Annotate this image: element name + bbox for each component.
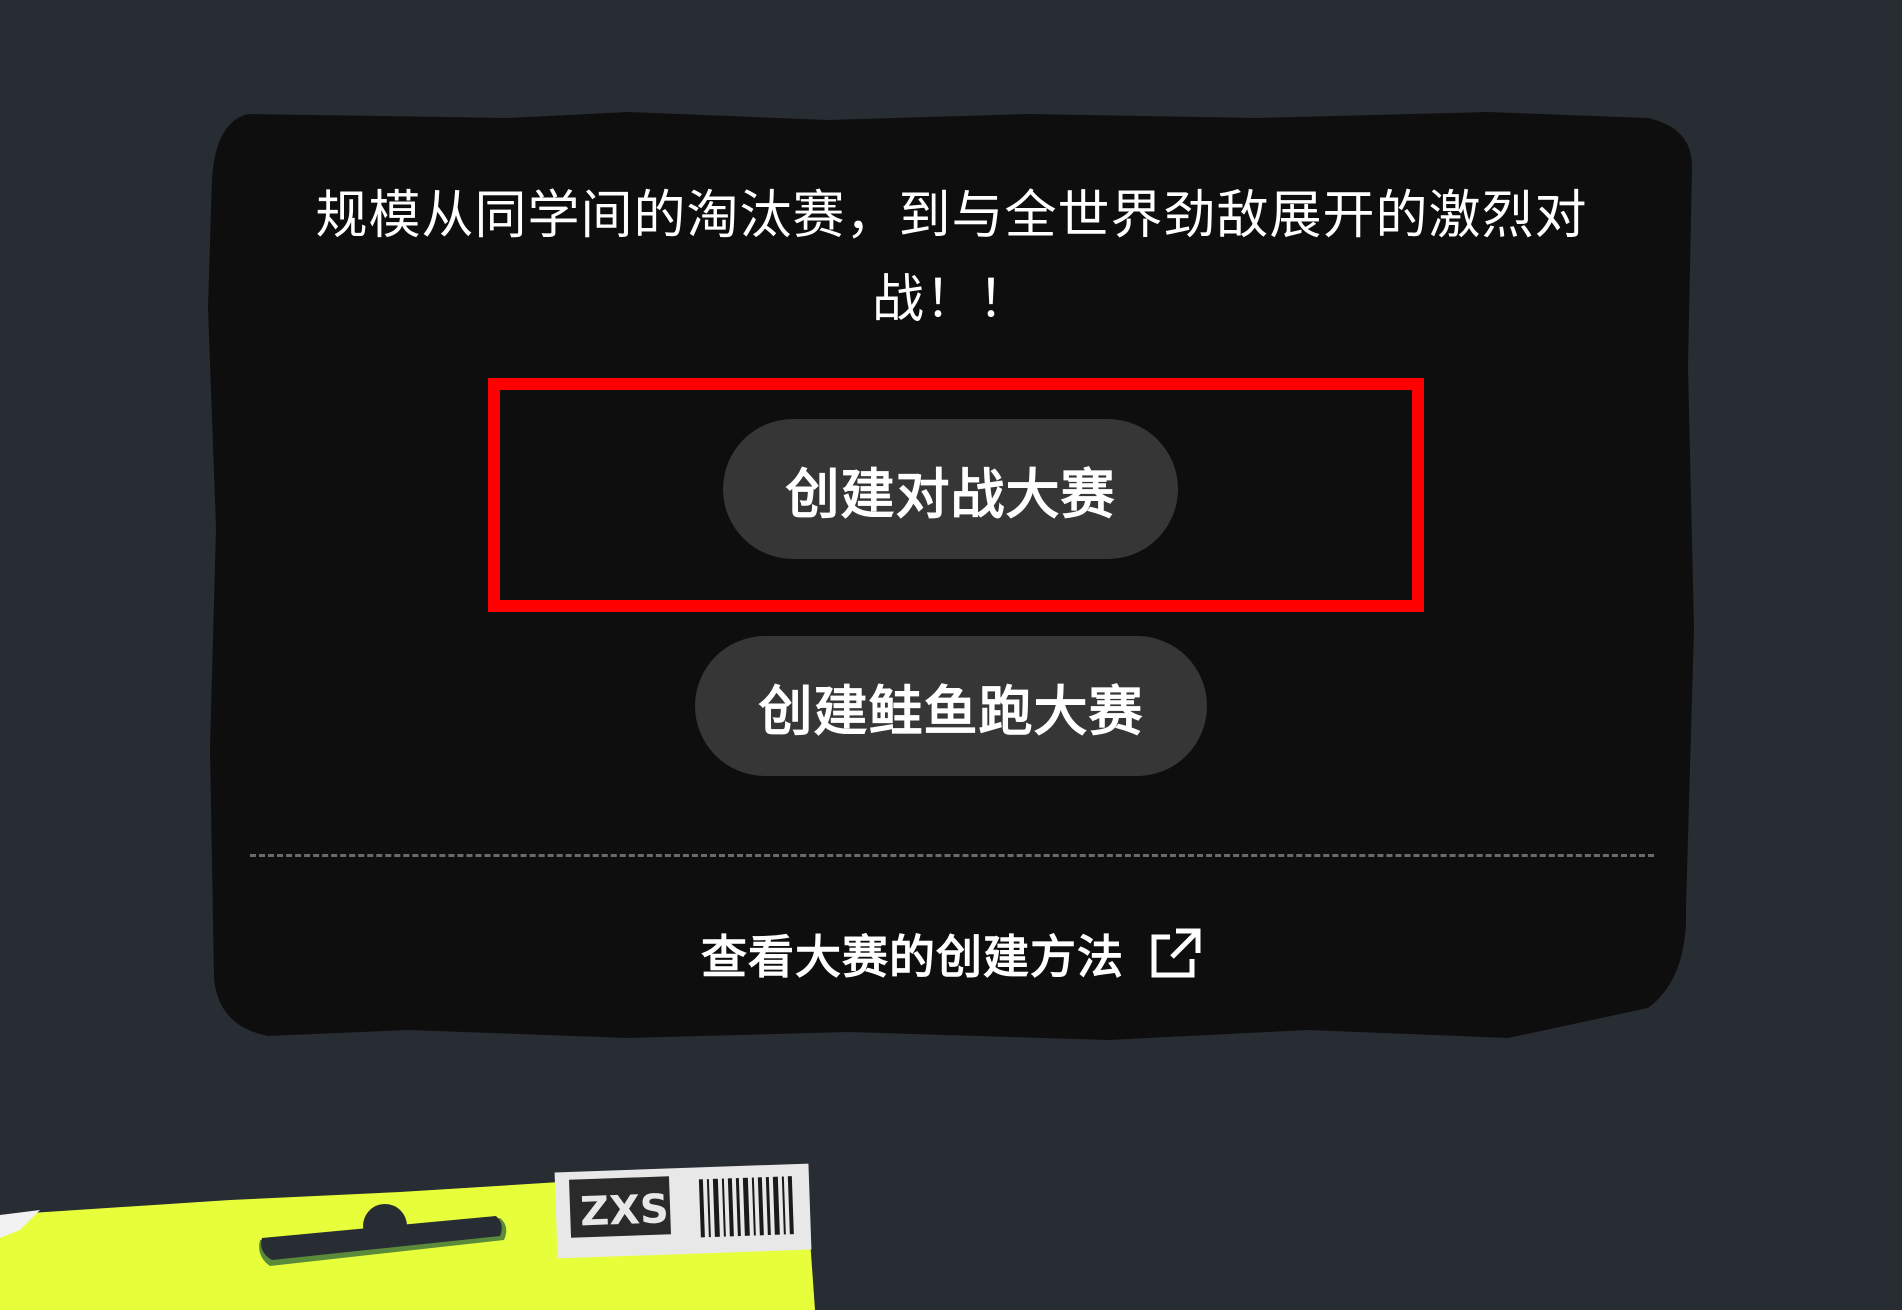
decorative-bottom-art: ZXSZ (0, 1163, 815, 1310)
page: 规模从同学间的淘汰赛，到与全世界劲敌展开的激烈对战！！ 创建对战大赛 创建鲑鱼跑… (0, 0, 1902, 1310)
sticker-badge: ZXSZ (554, 1163, 812, 1259)
card-description: 规模从同学间的淘汰赛，到与全世界劲敌展开的激烈对战！！ (315, 186, 1588, 330)
sticker-text: ZXSZ (579, 1185, 698, 1235)
create-salmon-run-tournament-button[interactable]: 创建鲑鱼跑大赛 (695, 636, 1207, 776)
dashed-divider (250, 854, 1654, 857)
create-battle-tournament-button[interactable]: 创建对战大赛 (723, 419, 1178, 559)
how-to-create-link[interactable]: 查看大赛的创建方法 (208, 914, 1695, 994)
external-link-icon (1148, 927, 1202, 981)
tournament-card: 规模从同学间的淘汰赛，到与全世界劲敌展开的激烈对战！！ 创建对战大赛 创建鲑鱼跑… (208, 108, 1695, 1042)
how-to-create-label: 查看大赛的创建方法 (701, 930, 1124, 984)
